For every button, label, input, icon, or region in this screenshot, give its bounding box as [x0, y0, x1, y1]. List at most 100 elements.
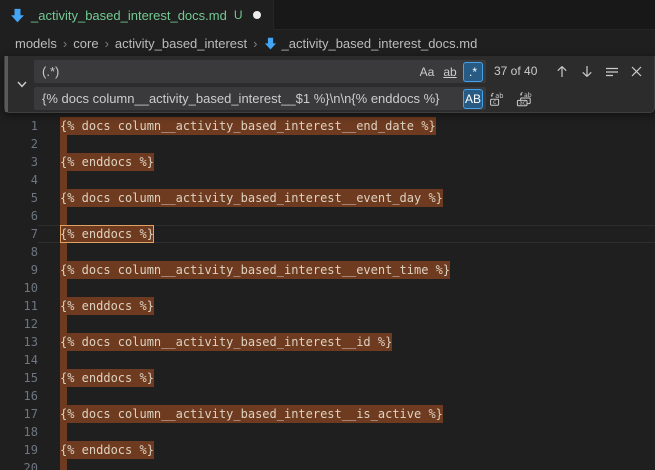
- line-content: [38, 387, 655, 405]
- line-content: {% docs column__activity_based_interest_…: [38, 405, 655, 423]
- find-input[interactable]: (.*) Aa ab .*: [34, 60, 486, 83]
- replace-one-button[interactable]: ab c: [486, 88, 507, 109]
- replace-actions: ab c ab: [486, 87, 534, 110]
- line-number: 17: [0, 405, 38, 423]
- line-number: 18: [0, 423, 38, 441]
- breadcrumb-separator-icon: ›: [99, 36, 115, 51]
- arrow-up-icon: [556, 65, 568, 78]
- code-line[interactable]: 10: [0, 279, 655, 297]
- line-content: [38, 423, 655, 441]
- code-line[interactable]: 13{% docs column__activity_based_interes…: [0, 333, 655, 351]
- line-number: 6: [0, 207, 38, 225]
- find-replace-widget: (.*) Aa ab .* 37 of 40: [4, 56, 655, 113]
- editor-pane: (.*) Aa ab .* 37 of 40: [0, 55, 655, 470]
- find-match-highlight: [60, 279, 67, 297]
- breadcrumb-item-core[interactable]: core: [73, 36, 98, 51]
- markdown-file-icon: [10, 8, 25, 23]
- code-line[interactable]: 2: [0, 135, 655, 153]
- line-number: 12: [0, 315, 38, 333]
- find-match-highlight: {% docs column__activity_based_interest_…: [60, 261, 450, 279]
- code-line[interactable]: 4: [0, 171, 655, 189]
- line-number: 10: [0, 279, 38, 297]
- line-number: 8: [0, 243, 38, 261]
- whole-word-toggle[interactable]: ab: [440, 62, 460, 82]
- unsaved-changes-dot-icon[interactable]: [253, 11, 261, 19]
- breadcrumb-item-models[interactable]: models: [15, 36, 57, 51]
- find-match-highlight: [60, 315, 67, 333]
- breadcrumb: models › core › activity_based_interest …: [0, 31, 655, 55]
- tab-bar: _activity_based_interest_docs.md U: [0, 0, 655, 30]
- line-content: [38, 279, 655, 297]
- line-content: {% docs column__activity_based_interest_…: [38, 189, 655, 207]
- close-find-widget-button[interactable]: [626, 61, 647, 82]
- line-content: [38, 351, 655, 369]
- code-line[interactable]: 6: [0, 207, 655, 225]
- line-number: 15: [0, 369, 38, 387]
- next-match-button[interactable]: [576, 61, 597, 82]
- markdown-file-icon: [264, 37, 277, 50]
- tab-active-file[interactable]: _activity_based_interest_docs.md U: [0, 0, 274, 30]
- line-number: 2: [0, 135, 38, 153]
- find-match-highlight: {% enddocs %}: [60, 369, 154, 387]
- breadcrumb-item-file[interactable]: _activity_based_interest_docs.md: [264, 36, 478, 51]
- line-content: {% docs column__activity_based_interest_…: [38, 261, 655, 279]
- find-match-highlight: {% enddocs %}: [60, 153, 154, 171]
- preserve-case-toggle[interactable]: AB: [463, 89, 483, 109]
- code-line[interactable]: 8: [0, 243, 655, 261]
- code-line[interactable]: 18: [0, 423, 655, 441]
- find-actions: [551, 60, 647, 83]
- code-line[interactable]: 5{% docs column__activity_based_interest…: [0, 189, 655, 207]
- find-match-highlight: {% enddocs %}: [60, 441, 154, 459]
- svg-text:c: c: [493, 99, 496, 106]
- code-line[interactable]: 11{% enddocs %}: [0, 297, 655, 315]
- line-content: [38, 315, 655, 333]
- code-line[interactable]: 7{% enddocs %}: [0, 225, 655, 243]
- line-content: {% enddocs %}: [38, 297, 655, 315]
- replace-input-value: {% docs column__activity_based_interest_…: [42, 87, 460, 110]
- close-icon: [631, 66, 642, 77]
- replace-all-button[interactable]: ab ac: [513, 88, 534, 109]
- code-line[interactable]: 14: [0, 351, 655, 369]
- replace-input[interactable]: {% docs column__activity_based_interest_…: [34, 87, 486, 110]
- code-line[interactable]: 1{% docs column__activity_based_interest…: [0, 117, 655, 135]
- find-match-highlight: [60, 459, 67, 470]
- line-content: {% docs column__activity_based_interest_…: [38, 333, 655, 351]
- chevron-down-icon: [17, 81, 27, 88]
- breadcrumb-item-activity-based-interest[interactable]: activity_based_interest: [115, 36, 247, 51]
- line-number: 1: [0, 117, 38, 135]
- code-line[interactable]: 12: [0, 315, 655, 333]
- replace-icon: ab c: [489, 91, 505, 107]
- find-match-highlight: [60, 243, 67, 261]
- code-line[interactable]: 17{% docs column__activity_based_interes…: [0, 405, 655, 423]
- vscode-window: _activity_based_interest_docs.md U model…: [0, 0, 655, 470]
- toggle-replace-button[interactable]: [13, 75, 31, 93]
- line-content: {% docs column__activity_based_interest_…: [38, 117, 655, 135]
- previous-match-button[interactable]: [551, 61, 572, 82]
- code-line[interactable]: 16: [0, 387, 655, 405]
- match-case-toggle[interactable]: Aa: [417, 62, 437, 82]
- regex-toggle[interactable]: .*: [463, 62, 483, 82]
- replace-all-icon: ab ac: [516, 91, 532, 107]
- find-in-selection-button[interactable]: [601, 61, 622, 82]
- code-line[interactable]: 20: [0, 459, 655, 470]
- find-widget-resize-sash[interactable]: [5, 56, 8, 112]
- find-input-value: (.*): [42, 60, 410, 83]
- find-match-highlight: {% docs column__activity_based_interest_…: [60, 189, 443, 207]
- code-line[interactable]: 15 {% enddocs %}: [0, 369, 655, 387]
- selection-lines-icon: [605, 66, 619, 78]
- code-line[interactable]: 3{% enddocs %}: [0, 153, 655, 171]
- match-count: 37 of 40: [494, 60, 537, 83]
- svg-text:ac: ac: [519, 100, 526, 106]
- find-match-highlight: [60, 171, 67, 189]
- code-area[interactable]: 1{% docs column__activity_based_interest…: [0, 55, 655, 470]
- breadcrumb-separator-icon: ›: [247, 36, 263, 51]
- line-number: 16: [0, 387, 38, 405]
- code-line[interactable]: 9{% docs column__activity_based_interest…: [0, 261, 655, 279]
- line-number: 14: [0, 351, 38, 369]
- code-line[interactable]: 19{% enddocs %}: [0, 441, 655, 459]
- replace-option-toggles: AB: [463, 89, 483, 109]
- find-option-toggles: Aa ab .*: [417, 62, 483, 82]
- breadcrumb-separator-icon: ›: [57, 36, 73, 51]
- find-match-highlight: {% docs column__activity_based_interest_…: [60, 333, 392, 351]
- find-match-highlight: {% enddocs %}: [60, 297, 154, 315]
